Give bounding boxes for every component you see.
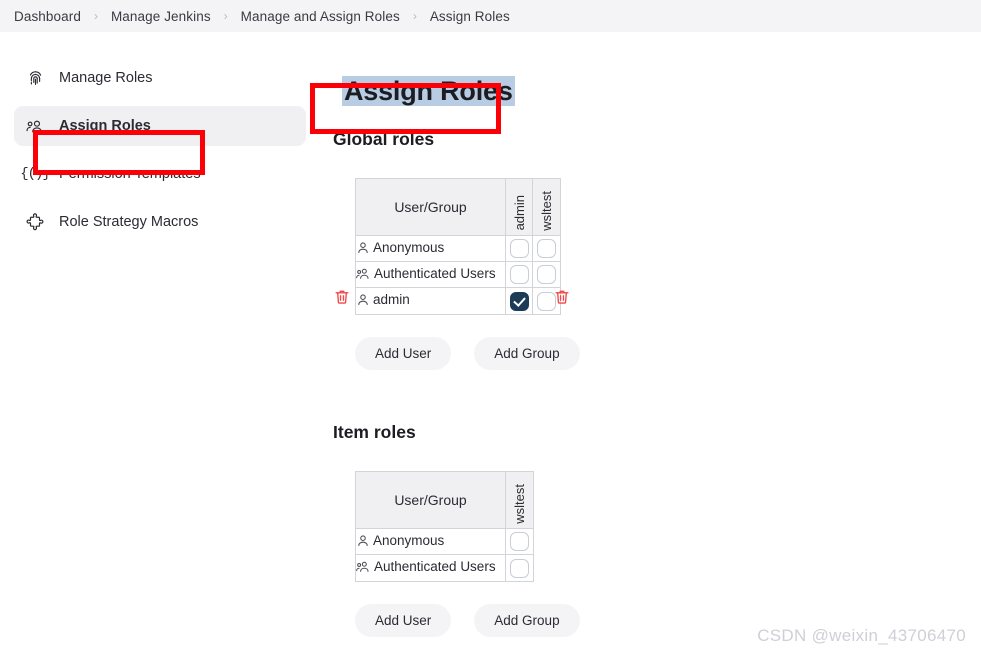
delete-row-button[interactable] <box>333 288 351 306</box>
sidebar-item-label: Manage Roles <box>59 70 153 86</box>
column-header-role-wsltest: wsltest <box>533 179 560 237</box>
row-usergroup-cell: Authenticated Users <box>356 262 506 289</box>
role-checkbox[interactable] <box>509 265 529 285</box>
column-header-usergroup: User/Group <box>356 472 506 530</box>
table-header-row: User/Group admin wsltest <box>356 179 560 237</box>
row-usergroup-cell: Anonymous <box>356 529 506 556</box>
breadcrumb-separator: › <box>223 9 228 23</box>
users-icon <box>356 560 371 577</box>
role-cell-wsltest <box>533 262 560 289</box>
table-header-row: User/Group wsltest <box>356 472 533 530</box>
breadcrumb-item-manage-and-assign-roles[interactable]: Manage and Assign Roles <box>241 9 400 24</box>
column-header-label: admin <box>511 194 527 231</box>
table-row: admin <box>356 288 560 315</box>
add-group-button[interactable]: Add Group <box>474 337 580 371</box>
main-content: Assign Roles Global roles User/Group adm… <box>320 32 981 654</box>
user-icon <box>356 241 370 258</box>
add-group-button[interactable]: Add Group <box>474 604 580 638</box>
breadcrumb: Dashboard › Manage Jenkins › Manage and … <box>0 0 981 32</box>
role-cell-admin <box>506 288 533 315</box>
column-header-label: wsltest <box>539 190 554 231</box>
row-usergroup-label: Authenticated Users <box>374 559 496 575</box>
breadcrumb-item-assign-roles[interactable]: Assign Roles <box>430 9 510 24</box>
add-user-button[interactable]: Add User <box>355 604 452 638</box>
item-roles-table: User/Group wsltest Anonymous Authenticat… <box>355 471 534 583</box>
watermark: CSDN @weixin_43706470 <box>757 626 966 645</box>
table-row: Anonymous <box>356 236 560 263</box>
global-roles-table-body: Anonymous Authenticated Users admin <box>356 236 560 315</box>
page-body: Manage Roles Assign Roles {()} Permissio… <box>0 32 981 654</box>
global-roles-table-block: User/Group admin wsltest Anonymous Authe… <box>333 178 981 316</box>
column-header-usergroup: User/Group <box>356 179 506 237</box>
sidebar-item-role-strategy-macros[interactable]: Role Strategy Macros <box>14 202 306 242</box>
breadcrumb-item-dashboard[interactable]: Dashboard <box>14 9 81 24</box>
sidebar-item-label: Assign Roles <box>59 118 151 134</box>
role-checkbox[interactable] <box>509 239 529 259</box>
global-roles-table: User/Group admin wsltest Anonymous Authe… <box>355 178 561 316</box>
global-roles-table-head: User/Group admin wsltest <box>356 179 560 237</box>
item-roles-table-block: User/Group wsltest Anonymous Authenticat… <box>333 471 981 583</box>
breadcrumb-separator: › <box>412 9 417 23</box>
row-usergroup-label: admin <box>373 292 410 308</box>
annotation-fill <box>38 157 200 170</box>
row-usergroup-label: Anonymous <box>373 239 445 255</box>
page-title: Assign Roles <box>342 76 515 107</box>
page-title-wrap: Assign Roles <box>342 76 981 107</box>
global-roles-actions: Add User Add Group <box>355 337 981 371</box>
add-user-button[interactable]: Add User <box>355 337 452 371</box>
item-roles-section: Item roles User/Group wsltest Anonymous … <box>333 422 981 638</box>
puzzle-icon <box>25 212 45 232</box>
breadcrumb-item-manage-jenkins[interactable]: Manage Jenkins <box>111 9 211 24</box>
table-row: Authenticated Users <box>356 555 533 582</box>
people-icon <box>25 116 45 136</box>
table-row: Anonymous <box>356 529 533 556</box>
user-icon <box>356 534 370 551</box>
user-icon <box>356 293 370 310</box>
column-header-label: wsltest <box>512 483 527 524</box>
role-cell-wsltest <box>506 529 533 556</box>
role-checkbox[interactable] <box>510 532 529 552</box>
row-usergroup-label: Anonymous <box>373 532 445 548</box>
role-checkbox[interactable] <box>537 265 556 285</box>
role-cell-admin <box>506 262 533 289</box>
sidebar-item-manage-roles[interactable]: Manage Roles <box>14 58 306 98</box>
sidebar-item-label: Role Strategy Macros <box>59 214 199 230</box>
role-cell-wsltest <box>506 555 533 581</box>
item-roles-heading: Item roles <box>333 422 416 443</box>
item-roles-table-head: User/Group wsltest <box>356 472 533 530</box>
delete-row-button[interactable] <box>553 288 571 306</box>
role-cell-wsltest <box>533 236 560 263</box>
breadcrumb-separator: › <box>93 9 98 23</box>
users-icon <box>356 267 371 284</box>
row-usergroup-label: Authenticated Users <box>374 265 496 281</box>
row-usergroup-cell: admin <box>356 288 506 315</box>
table-row: Authenticated Users <box>356 262 560 289</box>
global-roles-heading: Global roles <box>333 129 435 150</box>
column-header-role-admin: admin <box>506 179 533 237</box>
role-checkbox[interactable] <box>509 291 529 311</box>
row-usergroup-cell: Anonymous <box>356 236 506 263</box>
column-header-role-wsltest: wsltest <box>506 472 533 530</box>
sidebar: Manage Roles Assign Roles {()} Permissio… <box>0 32 320 654</box>
item-roles-table-body: Anonymous Authenticated Users <box>356 529 533 582</box>
sidebar-item-assign-roles[interactable]: Assign Roles <box>14 106 306 146</box>
role-checkbox[interactable] <box>510 558 529 578</box>
role-checkbox[interactable] <box>537 239 556 259</box>
fingerprint-icon <box>25 68 45 88</box>
role-cell-admin <box>506 236 533 263</box>
row-usergroup-cell: Authenticated Users <box>356 555 506 582</box>
